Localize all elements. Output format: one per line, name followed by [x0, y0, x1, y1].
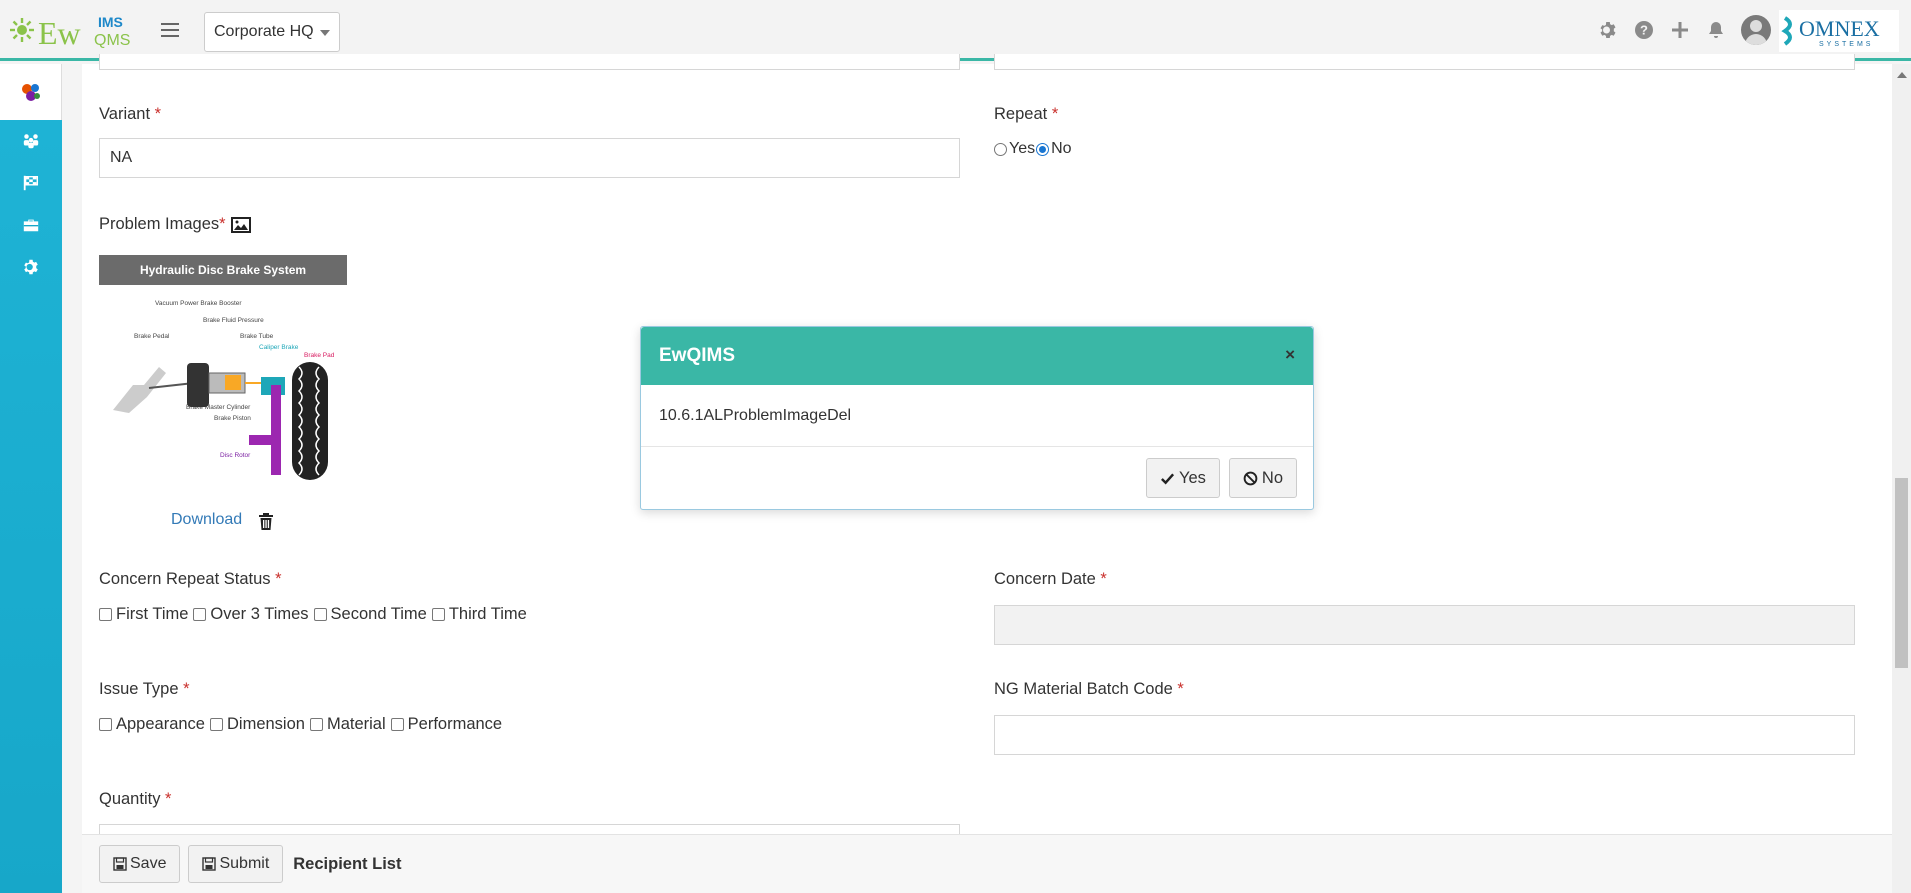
- prev-field-left: [99, 54, 960, 70]
- option-performance[interactable]: Performance: [390, 715, 502, 734]
- image-icon[interactable]: [230, 216, 251, 233]
- scroll-up-icon[interactable]: [1897, 72, 1907, 78]
- svg-text:QMS: QMS: [94, 32, 130, 49]
- save-icon: [113, 857, 127, 871]
- variant-label: Variant *: [99, 105, 162, 123]
- prev-field-right: [994, 54, 1855, 70]
- sidebar-item-flag[interactable]: [0, 162, 62, 204]
- repeat-no-label: No: [1051, 140, 1072, 157]
- sidebar-item-dashboard[interactable]: [0, 64, 62, 120]
- team-icon: [23, 134, 39, 149]
- submit-button[interactable]: Submit: [188, 845, 284, 883]
- concern-date-input[interactable]: [994, 605, 1855, 645]
- sidebar-item-team[interactable]: [0, 120, 62, 162]
- close-icon[interactable]: ×: [1285, 345, 1295, 365]
- quantity-label: Quantity *: [99, 790, 172, 808]
- site-select-value: Corporate HQ: [214, 23, 314, 40]
- site-select[interactable]: Corporate HQ: [204, 12, 340, 52]
- logo-sun-icon: [10, 18, 34, 42]
- flag-icon: [23, 175, 39, 191]
- concern-repeat-status-label: Concern Repeat Status *: [99, 570, 282, 588]
- svg-text:IMS: IMS: [98, 14, 123, 30]
- plus-icon[interactable]: [1669, 19, 1691, 41]
- variant-input[interactable]: NA: [99, 138, 960, 178]
- svg-text:Brake Tube: Brake Tube: [240, 333, 274, 340]
- bell-icon[interactable]: [1705, 19, 1727, 41]
- yes-button[interactable]: Yes: [1145, 458, 1220, 498]
- top-icons: ?: [1597, 15, 1771, 45]
- ng-batch-code-label: NG Material Batch Code *: [994, 680, 1184, 698]
- option-third-time[interactable]: Third Time: [431, 605, 527, 624]
- svg-text:Brake Pad: Brake Pad: [304, 352, 335, 359]
- svg-text:Brake Piston: Brake Piston: [214, 415, 251, 422]
- svg-text:Disc Rotor: Disc Rotor: [220, 452, 251, 459]
- option-first-time[interactable]: First Time: [99, 605, 188, 624]
- menu-toggle-icon[interactable]: [158, 19, 182, 41]
- omnex-logo: OMNEX SYSTEMS: [1779, 10, 1899, 52]
- variant-value: NA: [110, 149, 133, 166]
- issue-type-options: Appearance Dimension Material Performanc…: [99, 715, 507, 734]
- problem-images-label: Problem Images *: [99, 215, 251, 234]
- top-bar: Ew IMS QMS Corporate HQ ? OMNEX SYSTEMS: [0, 0, 1911, 61]
- settings-icon: [24, 259, 38, 275]
- recipient-list-title[interactable]: Recipient List: [293, 855, 401, 874]
- option-over-3-times[interactable]: Over 3 Times: [193, 605, 309, 624]
- option-appearance[interactable]: Appearance: [99, 715, 205, 734]
- chevron-down-icon: [320, 30, 330, 36]
- svg-text:Brake Pedal: Brake Pedal: [134, 333, 170, 340]
- option-dimension[interactable]: Dimension: [210, 715, 305, 734]
- repeat-no-radio[interactable]: [1036, 142, 1050, 156]
- repeat-yes-radio[interactable]: [994, 142, 1007, 156]
- concern-repeat-status-options: First Time Over 3 Times Second Time Thir…: [99, 605, 532, 624]
- ban-icon: [1243, 471, 1258, 485]
- sidebar-item-settings[interactable]: [0, 246, 62, 288]
- repeat-yes-label: Yes: [1009, 140, 1036, 157]
- issue-type-label: Issue Type *: [99, 680, 190, 698]
- ng-batch-code-input[interactable]: [994, 715, 1855, 755]
- quantity-input[interactable]: [99, 824, 960, 834]
- brake-diagram: Vacuum Power Brake Booster Brake Fluid P…: [113, 300, 335, 480]
- svg-text:OMNEX: OMNEX: [1799, 16, 1880, 41]
- dialog-title: EwQIMS: [659, 345, 736, 366]
- toolbox-icon: [23, 219, 39, 232]
- confirm-dialog: EwQIMS × 10.6.1ALProblemImageDel Yes No: [640, 326, 1314, 510]
- repeat-radio-group: Yes No: [994, 140, 1072, 158]
- download-link[interactable]: Download: [171, 511, 242, 529]
- ewqims-logo[interactable]: Ew IMS QMS: [8, 8, 140, 52]
- svg-text:Ew: Ew: [38, 15, 81, 51]
- no-button[interactable]: No: [1228, 458, 1297, 498]
- svg-text:Brake Fluid Pressure: Brake Fluid Pressure: [203, 317, 264, 324]
- dialog-footer: Yes No: [641, 447, 1313, 509]
- save-icon: [202, 857, 217, 871]
- gear-icon[interactable]: [1597, 19, 1619, 41]
- dialog-message: 10.6.1ALProblemImageDel: [659, 406, 852, 424]
- sidebar-item-toolbox[interactable]: [0, 204, 62, 246]
- dialog-body: 10.6.1ALProblemImageDel: [641, 385, 1313, 447]
- save-button[interactable]: Save: [99, 845, 181, 883]
- svg-text:Vacuum Power Brake Booster: Vacuum Power Brake Booster: [155, 300, 242, 307]
- scroll-thumb[interactable]: [1895, 478, 1908, 668]
- problem-image-thumbnail[interactable]: Hydraulic Disc Brake System Vacuum Power…: [99, 255, 347, 495]
- action-bar: Save Submit Recipient List: [82, 834, 1892, 893]
- repeat-label: Repeat *: [994, 105, 1059, 123]
- avatar[interactable]: [1741, 15, 1771, 45]
- svg-text:?: ?: [1640, 23, 1648, 38]
- page-scrollbar[interactable]: [1892, 64, 1911, 893]
- option-material[interactable]: Material: [309, 715, 386, 734]
- image-title: Hydraulic Disc Brake System: [99, 255, 347, 285]
- svg-text:Caliper Brake: Caliper Brake: [259, 344, 299, 351]
- help-icon[interactable]: ?: [1633, 19, 1655, 41]
- svg-text:SYSTEMS: SYSTEMS: [1819, 41, 1873, 48]
- option-second-time[interactable]: Second Time: [313, 605, 427, 624]
- check-icon: [1160, 472, 1175, 484]
- trash-icon[interactable]: [258, 513, 274, 531]
- concern-date-label: Concern Date *: [994, 570, 1107, 588]
- dialog-header: EwQIMS ×: [641, 327, 1313, 385]
- sidebar: [0, 64, 62, 893]
